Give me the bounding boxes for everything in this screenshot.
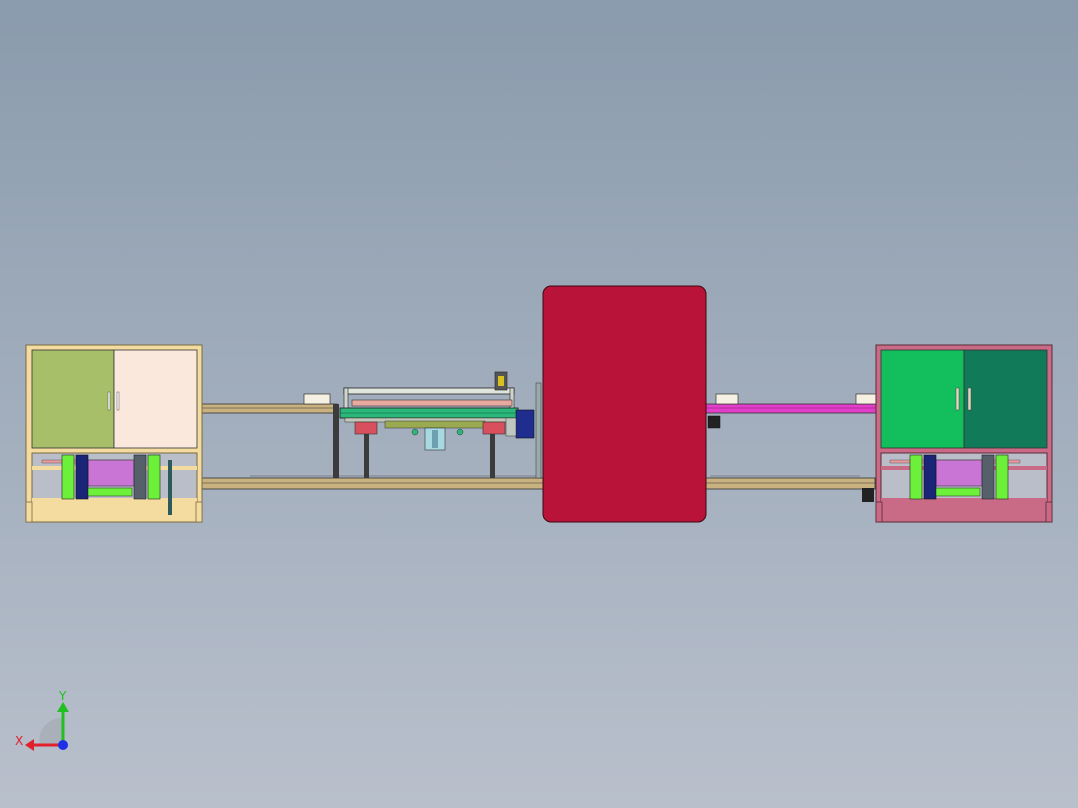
z-axis-dot-icon	[58, 740, 68, 750]
x-axis-label: X	[15, 734, 23, 748]
y-axis-label: Y	[58, 689, 67, 703]
cad-viewport[interactable]: X Y	[0, 0, 1078, 808]
right-cabinet	[862, 344, 1053, 523]
center-machine-block	[542, 285, 707, 523]
lower-rail	[169, 475, 876, 490]
assembly-drawing: X Y	[0, 0, 1078, 808]
left-cabinet	[25, 344, 203, 523]
